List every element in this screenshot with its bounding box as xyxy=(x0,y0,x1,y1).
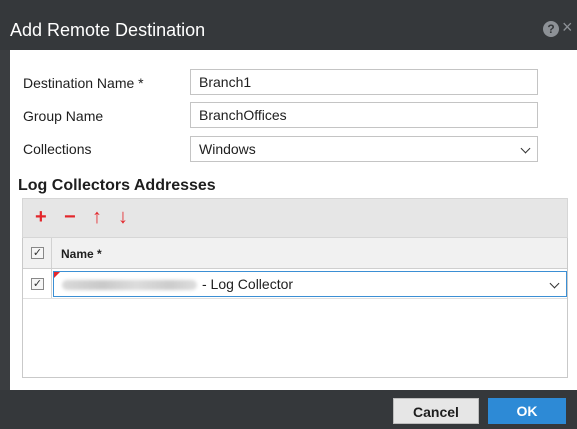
chevron-down-icon xyxy=(549,278,560,289)
row-check-cell: ✓ xyxy=(23,269,52,298)
grid-header: ✓ Name * xyxy=(23,238,567,269)
add-remote-destination-dialog: Add Remote Destination ? × Destination N… xyxy=(0,0,577,429)
collections-label: Collections xyxy=(23,141,92,157)
modified-flag-icon xyxy=(54,272,60,278)
collector-address-suffix: - Log Collector xyxy=(202,276,294,292)
header-check-cell: ✓ xyxy=(23,238,52,268)
log-collectors-section-title: Log Collectors Addresses xyxy=(18,177,216,194)
collections-select-value: Windows xyxy=(199,141,256,157)
move-down-icon[interactable]: ↓ xyxy=(118,206,128,228)
cancel-button[interactable]: Cancel xyxy=(393,398,479,424)
dialog-title: Add Remote Destination xyxy=(10,20,206,40)
collectors-toolbar: + − ↑ ↓ xyxy=(22,198,568,238)
remove-icon[interactable]: − xyxy=(64,206,76,228)
destination-name-field[interactable]: Branch1 xyxy=(190,69,538,95)
table-row[interactable]: ✓ - Log Collector xyxy=(23,269,567,299)
column-header-name[interactable]: Name * xyxy=(61,247,102,261)
close-icon[interactable]: × xyxy=(562,18,573,36)
collectors-grid: ✓ Name * ✓ - Log Collector xyxy=(22,238,568,378)
select-all-checkbox[interactable]: ✓ xyxy=(31,247,44,259)
collections-select[interactable]: Windows xyxy=(190,136,538,162)
dialog-body: Destination Name * Branch1 Group Name Br… xyxy=(10,50,577,390)
ok-button[interactable]: OK xyxy=(488,398,566,424)
redacted-address xyxy=(62,280,197,290)
add-icon[interactable]: + xyxy=(35,206,47,228)
dialog-footer: Cancel OK xyxy=(0,390,577,429)
dialog-titlebar: Add Remote Destination ? × xyxy=(0,0,577,50)
help-icon[interactable]: ? xyxy=(543,21,559,37)
destination-name-label: Destination Name * xyxy=(23,75,144,91)
group-name-label: Group Name xyxy=(23,108,104,124)
chevron-down-icon xyxy=(520,143,531,154)
group-name-field[interactable]: BranchOffices xyxy=(190,102,538,128)
collector-address-select[interactable]: - Log Collector xyxy=(53,271,567,297)
row-checkbox[interactable]: ✓ xyxy=(31,278,44,290)
move-up-icon[interactable]: ↑ xyxy=(92,206,102,228)
